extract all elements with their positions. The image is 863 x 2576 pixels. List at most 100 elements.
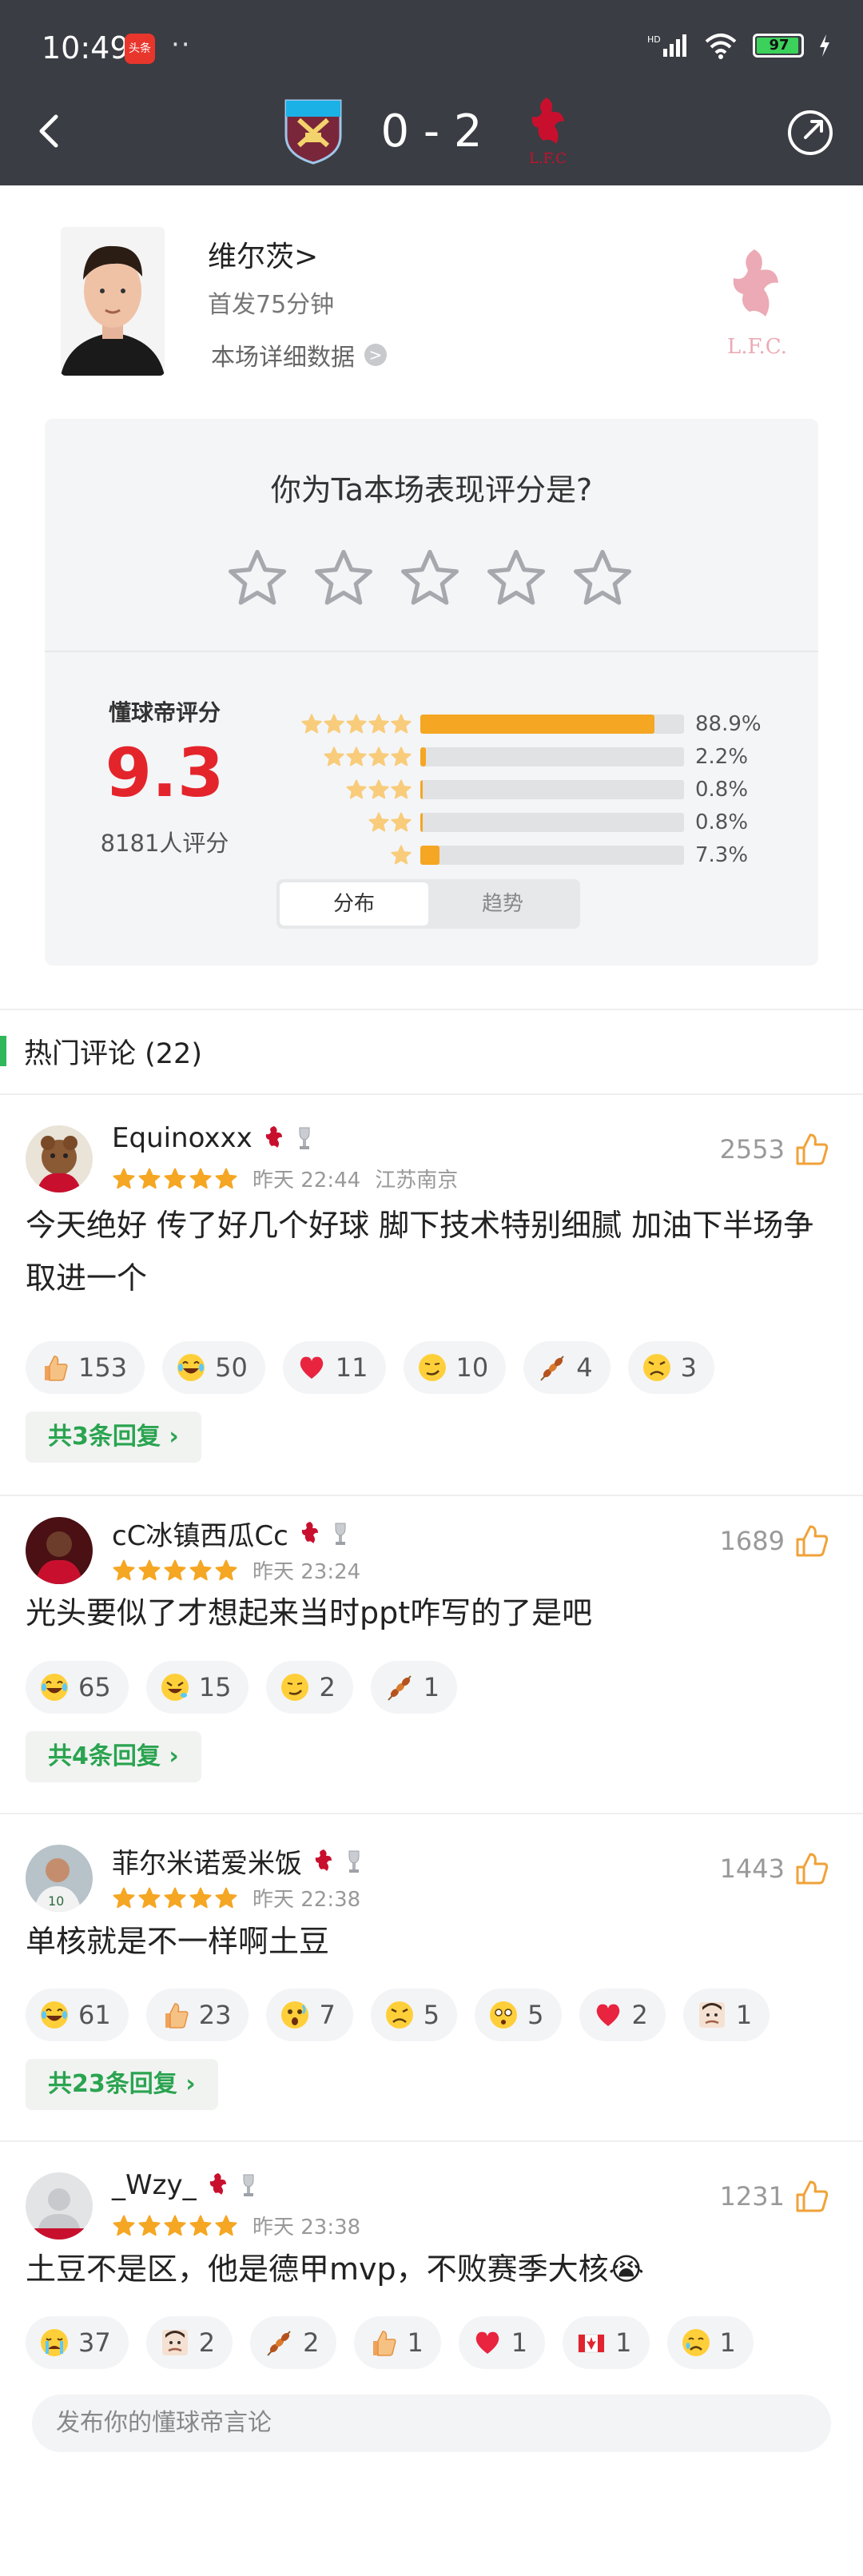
like-count: 1443 [719,1853,785,1884]
reaction-chip[interactable]: 7 [266,1989,353,2041]
rating-star-4-icon[interactable] [484,547,548,611]
reaction-chip[interactable]: 10 [403,1341,507,1394]
reaction-count: 10 [455,1352,489,1383]
like-button[interactable]: 1443 [720,1849,831,1888]
player-name[interactable]: 维尔茨> [208,233,318,275]
comment-divider [0,1495,863,1496]
wifi-icon [705,34,737,59]
distribution-bar-fill [420,846,440,865]
rating-star-2-icon[interactable] [312,547,376,611]
reaction-chip[interactable]: 1 [354,2316,441,2369]
reaction-chip[interactable]: 5 [370,1989,458,2041]
avatar[interactable] [26,2172,93,2240]
liverpool-badge-icon [301,1521,318,1543]
rolling-laugh-icon [159,1671,191,1703]
reaction-chip[interactable]: 2 [579,1989,666,2041]
like-button[interactable]: 1231 [720,2177,831,2216]
star-rating-icon [292,844,412,866]
app-header: 10:49 头条 ·· HD 97 0 - 2 L.F.C [0,0,863,185]
avatar[interactable] [26,1125,93,1192]
distribution-row: 0.8% [292,808,775,837]
reaction-chip[interactable]: 2 [250,2316,337,2369]
reaction-count: 3 [680,1352,697,1383]
distribution-percent: 2.2% [695,745,749,769]
thumbs-up-icon [38,1352,70,1384]
comment-divider [0,1813,863,1814]
reaction-chip[interactable]: 11 [282,1341,386,1394]
reaction-chip[interactable]: 2 [145,2316,233,2369]
reaction-bar: 153 50 11 10 4 3 [26,1341,714,1394]
reaction-count: 5 [423,2000,440,2030]
liverpool-crest-icon[interactable]: L.F.C [519,94,575,168]
distribution-bar-fill [420,715,655,734]
view-replies-button[interactable]: 共23条回复 › [26,2059,218,2110]
comment-time: 昨天 22:38 [253,1888,361,1912]
reaction-count: 23 [198,2000,232,2030]
reaction-count: 15 [198,1672,232,1702]
player-photo[interactable] [61,227,165,376]
comment-user[interactable]: cC冰镇西瓜Cc [112,1514,349,1553]
distribution-bar-fill [420,780,423,799]
reaction-chip[interactable]: 61 [26,1989,129,2041]
match-stats-link-text: 本场详细数据 [211,344,355,372]
section-divider [0,1009,863,1010]
avatar[interactable] [26,1517,93,1584]
distribution-bar [420,813,684,832]
laughing-face-icon [38,1999,70,2031]
reaction-chip[interactable]: 153 [26,1341,145,1394]
reaction-chip[interactable]: 37 [26,2316,129,2369]
svg-text:L.F.C: L.F.C [529,150,567,167]
rating-count: 8181人评分 [100,830,229,857]
like-button[interactable]: 2553 [720,1130,831,1169]
reaction-chip[interactable]: 65 [26,1661,129,1714]
avatar[interactable]: 10 [26,1845,93,1912]
reaction-chip[interactable]: 23 [145,1989,249,2041]
reaction-count: 2 [198,2327,216,2358]
comment-user[interactable]: Equinoxxx [112,1122,313,1154]
divider [45,651,818,652]
reaction-chip[interactable]: 3 [627,1341,714,1394]
comment-user[interactable]: 菲尔米诺爱米饭 [112,1841,363,1881]
frowning-face-icon [384,1999,416,2031]
reaction-chip[interactable]: 4 [523,1341,610,1394]
like-button[interactable]: 1689 [720,1522,831,1560]
view-replies-button[interactable]: 共4条回复 › [26,1731,201,1782]
canada-flag-icon [575,2327,607,2359]
reaction-count: 1 [511,2327,528,2358]
svg-text:L.F.C.: L.F.C. [727,335,787,359]
reaction-chip[interactable]: 1 [370,1661,458,1714]
view-replies-button[interactable]: 共3条回复 › [26,1411,201,1463]
rating-star-5-icon[interactable] [571,547,634,611]
reaction-count: 50 [215,1352,248,1383]
reaction-chip[interactable]: 5 [475,1989,562,2041]
distribution-percent: 0.8% [695,778,749,802]
distribution-bar [420,780,684,799]
user-rating-stars-icon [112,1559,238,1583]
reaction-chip[interactable]: 1 [458,2316,546,2369]
rating-star-3-icon[interactable] [398,547,462,611]
reaction-chip[interactable]: 1 [682,1989,770,2041]
tab-trend[interactable]: 趋势 [428,882,577,926]
reaction-chip[interactable]: 50 [162,1341,265,1394]
comment-input[interactable]: 发布你的懂球帝言论 [32,2395,831,2452]
svg-text:HD: HD [647,34,661,45]
comment-meta: 昨天 23:24 [112,1555,360,1585]
match-stats-link[interactable]: 本场详细数据 > [211,337,387,372]
comment-username: 菲尔米诺爱米饭 [112,1848,302,1880]
tab-distribution[interactable]: 分布 [280,882,428,926]
comment-username: cC冰镇西瓜Cc [112,1520,288,1552]
distribution-percent: 88.9% [695,712,762,736]
distribution-bar [420,846,684,865]
reaction-chip[interactable]: 2 [266,1661,353,1714]
liverpool-badge-icon [315,1849,332,1871]
reaction-bar: 61 23 7 5 5 2 1 [26,1989,770,2041]
trophy-icon [243,2174,254,2196]
reaction-chip[interactable]: 15 [145,1661,249,1714]
comment-user[interactable]: _Wzy_ [112,2169,257,2201]
share-icon[interactable] [785,107,836,158]
reaction-chip[interactable]: 1 [666,2316,754,2369]
charging-icon [820,34,829,57]
rating-star-1-icon[interactable] [225,547,289,611]
reaction-chip[interactable]: 1 [563,2316,650,2369]
distribution-bar [420,715,684,734]
